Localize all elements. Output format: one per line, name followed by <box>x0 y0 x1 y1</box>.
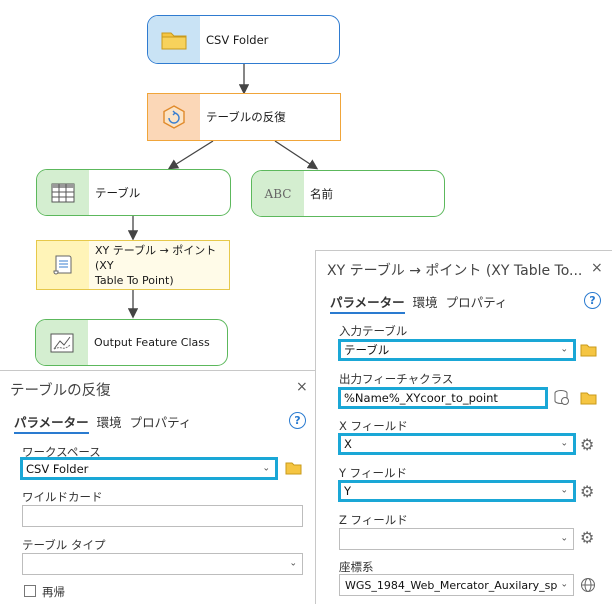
xy-table-to-point-panel: XY テーブル → ポイント (XY Table To... × パラメーター … <box>315 250 612 604</box>
x-field-label: X フィールド <box>339 419 408 433</box>
folder-icon[interactable] <box>285 461 302 478</box>
workspace-value: CSV Folder <box>26 461 89 476</box>
folder-icon[interactable] <box>580 391 597 408</box>
table-type-select[interactable]: ⌄ <box>22 553 303 575</box>
coordinate-system-select[interactable]: WGS_1984_Web_Mercator_Auxilary_sph ⌄ <box>339 574 574 596</box>
iterate-table-panel: テーブルの反復 × パラメーター 環境 プロパティ ? ワークスペース CSV … <box>0 370 317 604</box>
y-field-label: Y フィールド <box>339 466 407 480</box>
help-icon[interactable]: ? <box>289 412 306 429</box>
database-icon[interactable] <box>553 389 570 409</box>
node-xy-table-to-point[interactable]: XY テーブル → ポイント (XY Table To Point) <box>36 240 230 290</box>
node-label: テーブル <box>95 185 141 200</box>
panel-tabs: パラメーター 環境 プロパティ <box>330 292 507 314</box>
script-tool-icon <box>37 241 89 289</box>
table-icon <box>37 170 89 215</box>
panel-title: テーブルの反復 <box>10 383 111 399</box>
x-field-select[interactable]: X ⌄ <box>338 433 576 455</box>
recursive-checkbox[interactable] <box>24 585 36 597</box>
close-icon[interactable]: × <box>296 379 308 395</box>
close-icon[interactable]: × <box>591 260 603 276</box>
node-label: Output Feature Class <box>94 335 210 349</box>
folder-icon[interactable] <box>580 343 597 360</box>
panel-title: XY テーブル → ポイント (XY Table To... <box>327 263 583 279</box>
node-label: 名前 <box>310 186 333 201</box>
node-name[interactable]: ABC 名前 <box>251 170 445 217</box>
node-table[interactable]: テーブル <box>36 169 231 216</box>
input-table-label: 入力テーブル <box>339 324 408 338</box>
node-label: XY テーブル → ポイント (XY Table To Point) <box>95 243 217 287</box>
chevron-down-icon[interactable]: ⌄ <box>560 345 568 355</box>
gear-icon[interactable]: ⚙ <box>580 528 594 547</box>
tab-parameters[interactable]: パラメーター <box>330 292 405 314</box>
tab-environments[interactable]: 環境 <box>97 412 122 434</box>
chevron-down-icon[interactable]: ⌄ <box>560 439 568 449</box>
wildcard-input[interactable] <box>22 505 303 527</box>
chevron-down-icon[interactable]: ⌄ <box>262 463 270 473</box>
globe-icon[interactable] <box>580 577 596 596</box>
gear-icon[interactable]: ⚙ <box>580 482 594 501</box>
chevron-down-icon[interactable]: ⌄ <box>289 559 297 569</box>
table-type-label: テーブル タイプ <box>22 538 106 552</box>
chevron-down-icon[interactable]: ⌄ <box>558 579 568 590</box>
node-label: テーブルの反復 <box>206 110 286 124</box>
workspace-select[interactable]: CSV Folder ⌄ <box>20 457 278 480</box>
wildcard-label: ワイルドカード <box>22 490 103 504</box>
connector-iterate-to-name <box>274 140 319 170</box>
tab-environments[interactable]: 環境 <box>413 292 438 314</box>
node-csv-folder[interactable]: CSV Folder <box>147 15 340 64</box>
output-feature-class-input[interactable]: %Name%_XYcoor_to_point <box>338 387 548 409</box>
chevron-down-icon[interactable]: ⌄ <box>560 534 568 544</box>
chevron-down-icon[interactable]: ⌄ <box>560 486 568 496</box>
node-output-feature-class[interactable]: Output Feature Class <box>35 319 228 366</box>
help-icon[interactable]: ? <box>584 292 601 309</box>
connector-iterate-to-table <box>167 140 214 170</box>
folder-icon <box>148 16 200 63</box>
coordinate-system-label: 座標系 <box>339 560 374 574</box>
iterate-table-icon <box>148 94 200 140</box>
abc-icon: ABC <box>252 171 304 216</box>
y-field-select[interactable]: Y ⌄ <box>338 480 576 502</box>
tab-parameters[interactable]: パラメーター <box>14 412 89 434</box>
recursive-label: 再帰 <box>42 585 65 599</box>
node-label: CSV Folder <box>206 32 269 47</box>
tab-properties[interactable]: プロパティ <box>130 412 192 434</box>
z-field-select[interactable]: ⌄ <box>339 528 574 550</box>
feature-class-icon <box>36 320 88 365</box>
input-table-select[interactable]: テーブル ⌄ <box>338 339 576 361</box>
z-field-label: Z フィールド <box>339 513 408 527</box>
output-feature-class-label: 出力フィーチャクラス <box>339 372 454 386</box>
panel-tabs: パラメーター 環境 プロパティ <box>14 412 191 434</box>
tab-properties[interactable]: プロパティ <box>446 292 508 314</box>
gear-icon[interactable]: ⚙ <box>580 435 594 454</box>
node-iterate-table[interactable]: テーブルの反復 <box>147 93 341 141</box>
